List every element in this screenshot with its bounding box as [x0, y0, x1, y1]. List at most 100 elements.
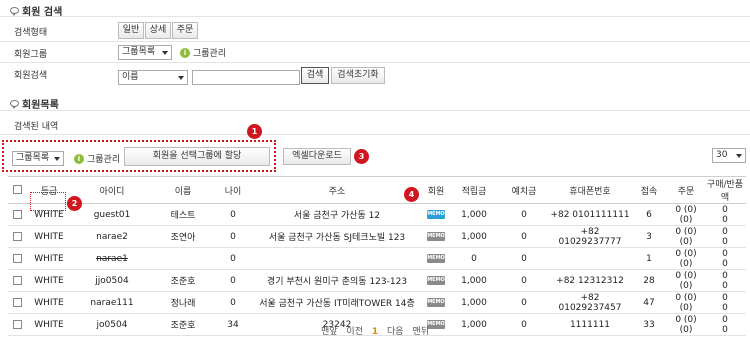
id-cell[interactable]: jjo0504 [72, 269, 152, 292]
memo-cell[interactable]: MEMO [422, 291, 450, 314]
age-cell: 0 [214, 269, 252, 292]
purchase-return-cell: 00 [704, 291, 746, 314]
visits-cell: 47 [630, 291, 668, 314]
name-cell: 테스트 [152, 203, 214, 226]
row-select-cell[interactable] [8, 225, 26, 248]
header-purchase-return: 구매/반품액 [704, 176, 746, 204]
phone-cell: +82 01029237457 [550, 291, 630, 314]
name-cell: 조준호 [152, 269, 214, 292]
speech-bubble-icon [10, 7, 19, 16]
search-type-basic-button[interactable]: 일반 [118, 22, 144, 39]
memo-cell[interactable]: MEMO [422, 225, 450, 248]
pager-current[interactable]: 1 [372, 327, 378, 337]
select-all-checkbox[interactable] [12, 185, 22, 194]
name-cell: 정나래 [152, 291, 214, 314]
age-cell: 0 [214, 247, 252, 270]
memo-cell[interactable]: MEMO [422, 203, 450, 226]
deposit-cell: 0 [498, 291, 550, 314]
chevron-down-icon [162, 51, 168, 55]
memo-icon[interactable]: MEMO [427, 209, 445, 219]
orders-cell: 0 (0) (0) [668, 247, 704, 270]
header-select-all[interactable] [8, 176, 26, 204]
memo-icon[interactable]: MEMO [427, 253, 445, 263]
id-cell[interactable]: guest01 [72, 203, 152, 226]
points-cell: 1,000 [450, 269, 498, 292]
grade-cell: WHITE [26, 225, 72, 248]
table-row: WHITE narae1 0 MEMO 0 0 1 0 (0) (0) 0 0 [8, 247, 746, 270]
orders-line-2: (0) [679, 214, 693, 225]
row-select-cell[interactable] [8, 269, 26, 292]
group-select[interactable]: 그룹목록 [118, 45, 172, 60]
grade-cell: WHITE [26, 269, 72, 292]
return-line: 0 [722, 302, 728, 313]
memo-cell[interactable]: MEMO [422, 269, 450, 292]
phone-cell: +82 12312312 [550, 269, 630, 292]
search-type-detail-button[interactable]: 상세 [145, 22, 171, 39]
orders-line-2: (0) [679, 280, 693, 291]
row-select-cell[interactable] [8, 291, 26, 314]
table-row: WHITE jjo0504 조준호 0 경기 부천시 원미구 춘의동 123-123 ME… [8, 269, 746, 292]
orders-cell: 0 (0) (0) [668, 203, 704, 226]
orders-line-1: 0 (0) [675, 270, 697, 281]
visits-cell: 1 [630, 247, 668, 270]
pager-first[interactable]: 맨앞 [321, 327, 338, 337]
header-orders: 주문 [668, 176, 704, 204]
table-row: WHITE narae111 정나래 0 서울 금천구 가산동 IT미래TOWER 14… [8, 291, 746, 314]
id-cell[interactable]: narae1 [72, 247, 152, 270]
search-button[interactable]: 검색 [301, 67, 329, 84]
header-deposit: 예치금 [498, 176, 550, 204]
excel-download-button[interactable]: 엑셀다운로드 [283, 148, 351, 165]
grade-cell: WHITE [26, 247, 72, 270]
age-cell: 0 [214, 225, 252, 248]
row-checkbox[interactable] [12, 253, 22, 263]
search-type-order-button[interactable]: 주문 [172, 22, 198, 39]
chevron-down-icon [178, 76, 184, 80]
row-checkbox[interactable] [12, 209, 22, 219]
list-group-manage-link[interactable]: i 그룹관리 [74, 152, 120, 165]
phone-cell: +82 0101111111 [550, 203, 630, 226]
header-name: 이름 [152, 176, 214, 204]
memo-cell[interactable]: MEMO [422, 247, 450, 270]
row-checkbox[interactable] [12, 297, 22, 307]
list-section-title: 회원목록 [10, 96, 59, 111]
memo-icon[interactable]: MEMO [427, 231, 445, 241]
memo-icon[interactable]: MEMO [427, 297, 445, 307]
address-cell: 서울 금천구 가산동 SJ테크노빌 123 [252, 225, 422, 248]
deposit-cell: 0 [498, 225, 550, 248]
search-input[interactable] [192, 70, 300, 85]
header-id: 아이디 [72, 176, 152, 204]
pager-prev[interactable]: 이전 [346, 327, 363, 337]
chevron-down-icon [54, 157, 60, 161]
deposit-cell: 0 [498, 269, 550, 292]
reset-search-button[interactable]: 검색초기화 [331, 67, 385, 84]
name-cell [152, 247, 214, 270]
address-cell: 서울 금천구 가산동 12 [252, 203, 422, 226]
pager-last[interactable]: 맨뒤 [412, 327, 429, 337]
id-cell[interactable]: narae2 [72, 225, 152, 248]
deposit-cell: 0 [498, 247, 550, 270]
phone-cell [550, 247, 630, 270]
address-cell [252, 247, 422, 270]
pager-next[interactable]: 다음 [387, 327, 404, 337]
chevron-down-icon [736, 154, 742, 158]
assign-to-group-button[interactable]: 회원을 선택그룹에 할당 [124, 147, 270, 166]
page-size-select[interactable]: 30 [712, 148, 746, 163]
points-cell: 0 [450, 247, 498, 270]
row-checkbox[interactable] [12, 275, 22, 285]
purchase-line: 0 [722, 270, 728, 281]
purchase-line: 0 [722, 204, 728, 215]
row-select-cell[interactable] [8, 247, 26, 270]
speech-bubble-icon [10, 100, 19, 109]
list-group-select[interactable]: 그룹목록 [12, 151, 64, 166]
memo-icon[interactable]: MEMO [427, 275, 445, 285]
search-field-select[interactable]: 이름 [118, 70, 188, 85]
row-select-cell[interactable] [8, 203, 26, 226]
points-cell: 1,000 [450, 203, 498, 226]
divider [0, 110, 750, 111]
orders-line-2: (0) [679, 236, 693, 247]
group-manage-link[interactable]: i 그룹관리 [180, 46, 226, 59]
header-member: 회원 [422, 176, 450, 204]
row-checkbox[interactable] [12, 231, 22, 241]
purchase-return-cell: 00 [704, 269, 746, 292]
id-cell[interactable]: narae111 [72, 291, 152, 314]
